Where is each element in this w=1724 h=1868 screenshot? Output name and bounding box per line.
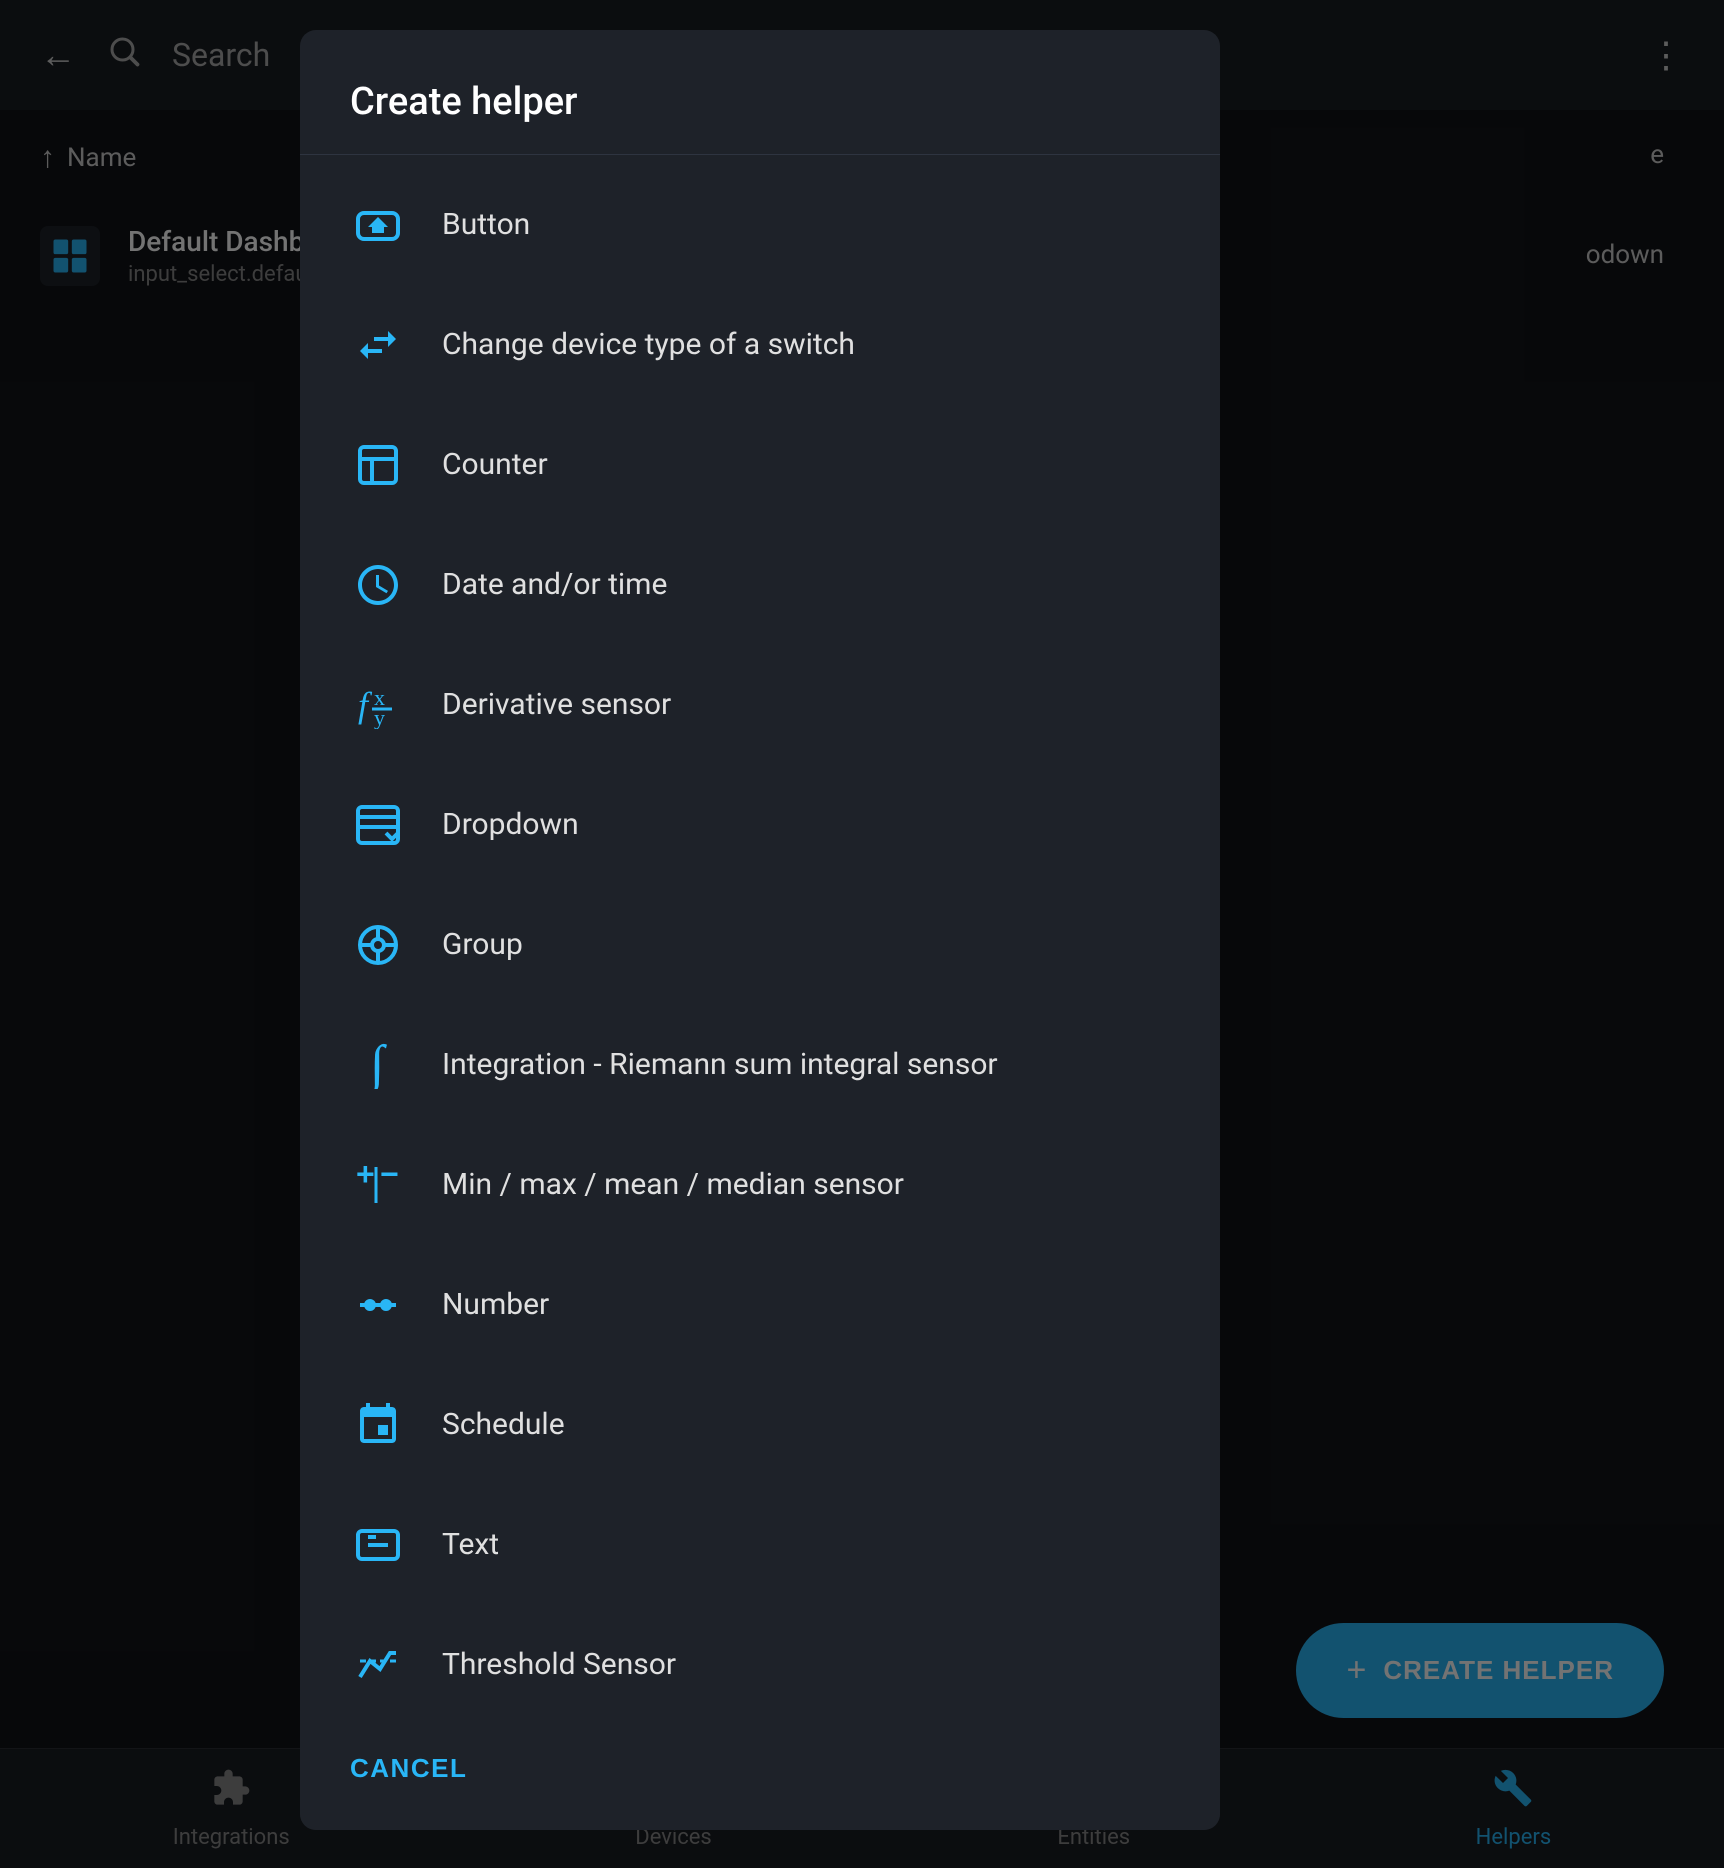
dialog-divider [300,154,1220,155]
dialog-item-number[interactable]: Number [300,1245,1220,1365]
dialog-list[interactable]: Button Change device type of a switch Co… [300,165,1220,1723]
svg-text:+: + [356,1161,375,1192]
dialog-item-group[interactable]: Group [300,885,1220,1005]
schedule-icon [350,1397,406,1453]
group-icon [350,917,406,973]
dialog-item-dropdown[interactable]: Dropdown [300,765,1220,885]
text-icon [350,1517,406,1573]
counter-icon [350,437,406,493]
svg-text:∫: ∫ [367,1041,387,1089]
dialog-item-threshold[interactable]: Threshold Sensor [300,1605,1220,1723]
svg-text:f: f [358,685,373,725]
counter-label: Counter [442,447,548,482]
change-device-type-label: Change device type of a switch [442,327,855,362]
button-label: Button [442,207,530,242]
schedule-label: Schedule [442,1407,565,1442]
dialog-item-button[interactable]: Button [300,165,1220,285]
dialog-item-counter[interactable]: Counter [300,405,1220,525]
dialog-footer: CANCEL [300,1723,1220,1830]
dialog-item-minmax[interactable]: + − Min / max / mean / median sensor [300,1125,1220,1245]
dialog-item-change-device-type[interactable]: Change device type of a switch [300,285,1220,405]
switch-icon [350,317,406,373]
number-label: Number [442,1287,549,1322]
svg-text:y: y [374,705,385,729]
integration-label: Integration - Riemann sum integral senso… [442,1047,998,1082]
create-helper-dialog: Create helper Button Change device type … [300,30,1220,1830]
dialog-item-derivative[interactable]: f x y Derivative sensor [300,645,1220,765]
dialog-item-integration[interactable]: ∫ Integration - Riemann sum integral sen… [300,1005,1220,1125]
button-icon [350,197,406,253]
dialog-title: Create helper [300,30,1220,154]
dropdown-label: Dropdown [442,807,579,842]
derivative-icon: f x y [350,677,406,733]
minmax-icon: + − [350,1157,406,1213]
group-label: Group [442,927,523,962]
clock-icon [350,557,406,613]
minmax-label: Min / max / mean / median sensor [442,1167,904,1202]
text-label: Text [442,1527,499,1562]
svg-text:−: − [380,1161,399,1192]
dialog-item-schedule[interactable]: Schedule [300,1365,1220,1485]
date-time-label: Date and/or time [442,567,667,602]
derivative-label: Derivative sensor [442,687,671,722]
cancel-button[interactable]: CANCEL [350,1743,467,1794]
threshold-label: Threshold Sensor [442,1647,676,1682]
threshold-icon [350,1637,406,1693]
integral-icon: ∫ [350,1037,406,1093]
number-icon [350,1277,406,1333]
dialog-item-text[interactable]: Text [300,1485,1220,1605]
dialog-item-date-time[interactable]: Date and/or time [300,525,1220,645]
dropdown-icon [350,797,406,853]
